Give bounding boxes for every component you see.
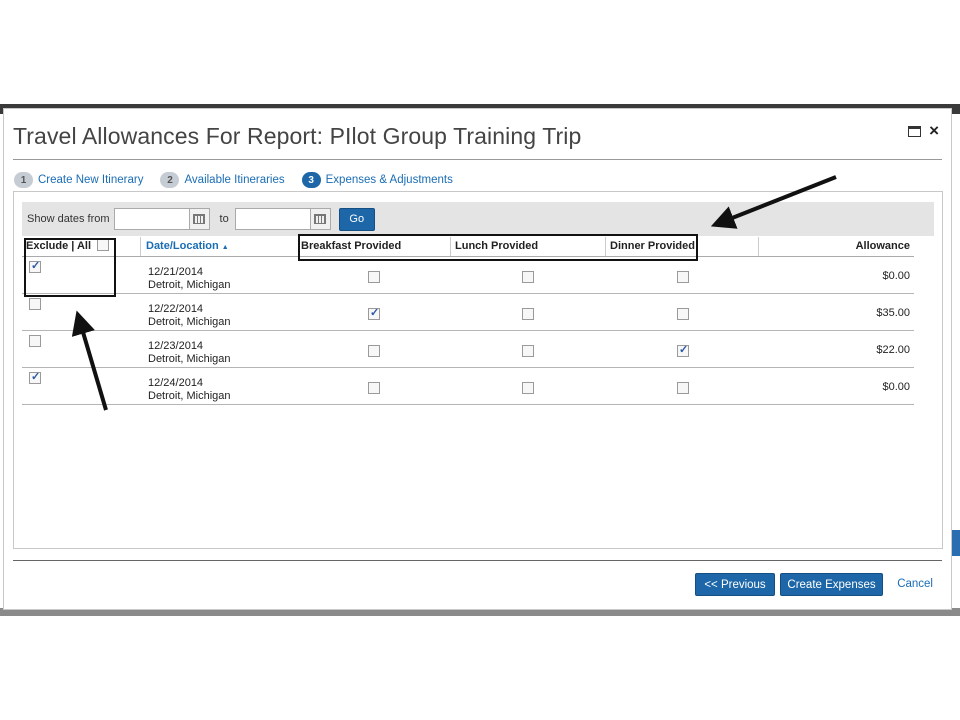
date-filter-bar: Show dates from to Go bbox=[22, 202, 934, 236]
dinner-checkbox[interactable] bbox=[677, 308, 689, 320]
show-dates-label: Show dates from bbox=[27, 213, 110, 225]
header-date-location-label: Date/Location bbox=[146, 240, 219, 252]
breakfast-checkbox[interactable] bbox=[368, 345, 380, 357]
breakfast-checkbox[interactable] bbox=[368, 382, 380, 394]
dinner-checkbox[interactable] bbox=[677, 382, 689, 394]
date-location-cell: 12/23/2014 Detroit, Michigan bbox=[148, 340, 231, 365]
row-date: 12/24/2014 bbox=[148, 377, 204, 389]
from-date-input[interactable] bbox=[113, 208, 190, 230]
create-expenses-button[interactable]: Create Expenses bbox=[780, 573, 883, 596]
step-expenses-adjustments[interactable]: 3 Expenses & Adjustments bbox=[301, 172, 453, 188]
date-location-cell: 12/22/2014 Detroit, Michigan bbox=[148, 303, 231, 328]
row-location: Detroit, Michigan bbox=[148, 389, 231, 402]
allowances-table: Exclude | All Date/Location ▲ Breakfast … bbox=[22, 236, 914, 405]
row-location: Detroit, Michigan bbox=[148, 315, 231, 328]
date-location-cell: 12/24/2014 Detroit, Michigan bbox=[148, 377, 231, 402]
step-number: 2 bbox=[160, 172, 180, 188]
cancel-link[interactable]: Cancel bbox=[897, 578, 933, 590]
previous-button[interactable]: << Previous bbox=[695, 573, 775, 596]
dialog-title: Travel Allowances For Report: PIlot Grou… bbox=[13, 123, 582, 149]
step-number: 1 bbox=[14, 172, 33, 188]
title-divider bbox=[13, 159, 942, 160]
window-controls: × bbox=[908, 122, 939, 139]
header-date-location[interactable]: Date/Location ▲ bbox=[146, 240, 229, 252]
step-available-itineraries[interactable]: 2 Available Itineraries bbox=[160, 172, 285, 188]
row-date: 12/23/2014 bbox=[148, 340, 204, 352]
breakfast-checkbox[interactable] bbox=[368, 306, 380, 320]
column-separator bbox=[758, 237, 759, 256]
exclude-checkbox[interactable] bbox=[29, 298, 41, 310]
table-row: 12/24/2014Detroit, Michigan $0.00 bbox=[22, 368, 914, 405]
from-calendar-button[interactable] bbox=[189, 208, 210, 230]
to-calendar-button[interactable] bbox=[310, 208, 331, 230]
lunch-checkbox[interactable] bbox=[522, 345, 534, 357]
step-label: Expenses & Adjustments bbox=[325, 174, 453, 186]
go-button[interactable]: Go bbox=[338, 207, 375, 231]
table-row: 12/22/2014Detroit, Michigan $35.00 bbox=[22, 294, 914, 331]
allowance-cell: $35.00 bbox=[876, 307, 910, 319]
step-label: Create New Itinerary bbox=[38, 174, 144, 186]
row-date: 12/21/2014 bbox=[148, 266, 204, 278]
highlight-box-exclude bbox=[24, 238, 116, 297]
step-label: Available Itineraries bbox=[184, 174, 285, 186]
step-create-itinerary[interactable]: 1 Create New Itinerary bbox=[14, 172, 143, 188]
to-label: to bbox=[219, 213, 229, 225]
close-icon[interactable]: × bbox=[929, 122, 939, 139]
lunch-checkbox[interactable] bbox=[522, 382, 534, 394]
table-row: 12/23/2014Detroit, Michigan $22.00 bbox=[22, 331, 914, 368]
wizard-steps: 1 Create New Itinerary 2 Available Itine… bbox=[14, 172, 470, 188]
maximize-icon[interactable] bbox=[908, 125, 922, 137]
sort-ascending-icon: ▲ bbox=[221, 244, 229, 251]
calendar-icon bbox=[314, 214, 327, 224]
date-location-cell: 12/21/2014 Detroit, Michigan bbox=[148, 266, 231, 291]
column-separator bbox=[140, 237, 141, 256]
allowance-cell: $0.00 bbox=[882, 381, 910, 393]
exclude-checkbox[interactable] bbox=[29, 335, 41, 347]
travel-allowances-dialog: Travel Allowances For Report: PIlot Grou… bbox=[3, 108, 952, 610]
background-app-edge bbox=[952, 530, 960, 556]
exclude-checkbox[interactable] bbox=[29, 370, 41, 384]
step-number: 3 bbox=[301, 172, 321, 188]
header-allowance: Allowance bbox=[855, 240, 910, 252]
to-date-input[interactable] bbox=[234, 208, 311, 230]
dinner-checkbox[interactable] bbox=[677, 343, 689, 357]
row-location: Detroit, Michigan bbox=[148, 352, 231, 365]
row-location: Detroit, Michigan bbox=[148, 278, 231, 291]
allowance-cell: $0.00 bbox=[882, 270, 910, 282]
footer-divider bbox=[13, 560, 942, 561]
table-row: 12/21/2014Detroit, Michigan $0.00 bbox=[22, 257, 914, 294]
dinner-checkbox[interactable] bbox=[677, 271, 689, 283]
breakfast-checkbox[interactable] bbox=[368, 271, 380, 283]
calendar-icon bbox=[193, 214, 206, 224]
highlight-box-meals bbox=[298, 234, 698, 261]
allowance-cell: $22.00 bbox=[876, 344, 910, 356]
row-date: 12/22/2014 bbox=[148, 303, 204, 315]
lunch-checkbox[interactable] bbox=[522, 308, 534, 320]
lunch-checkbox[interactable] bbox=[522, 271, 534, 283]
